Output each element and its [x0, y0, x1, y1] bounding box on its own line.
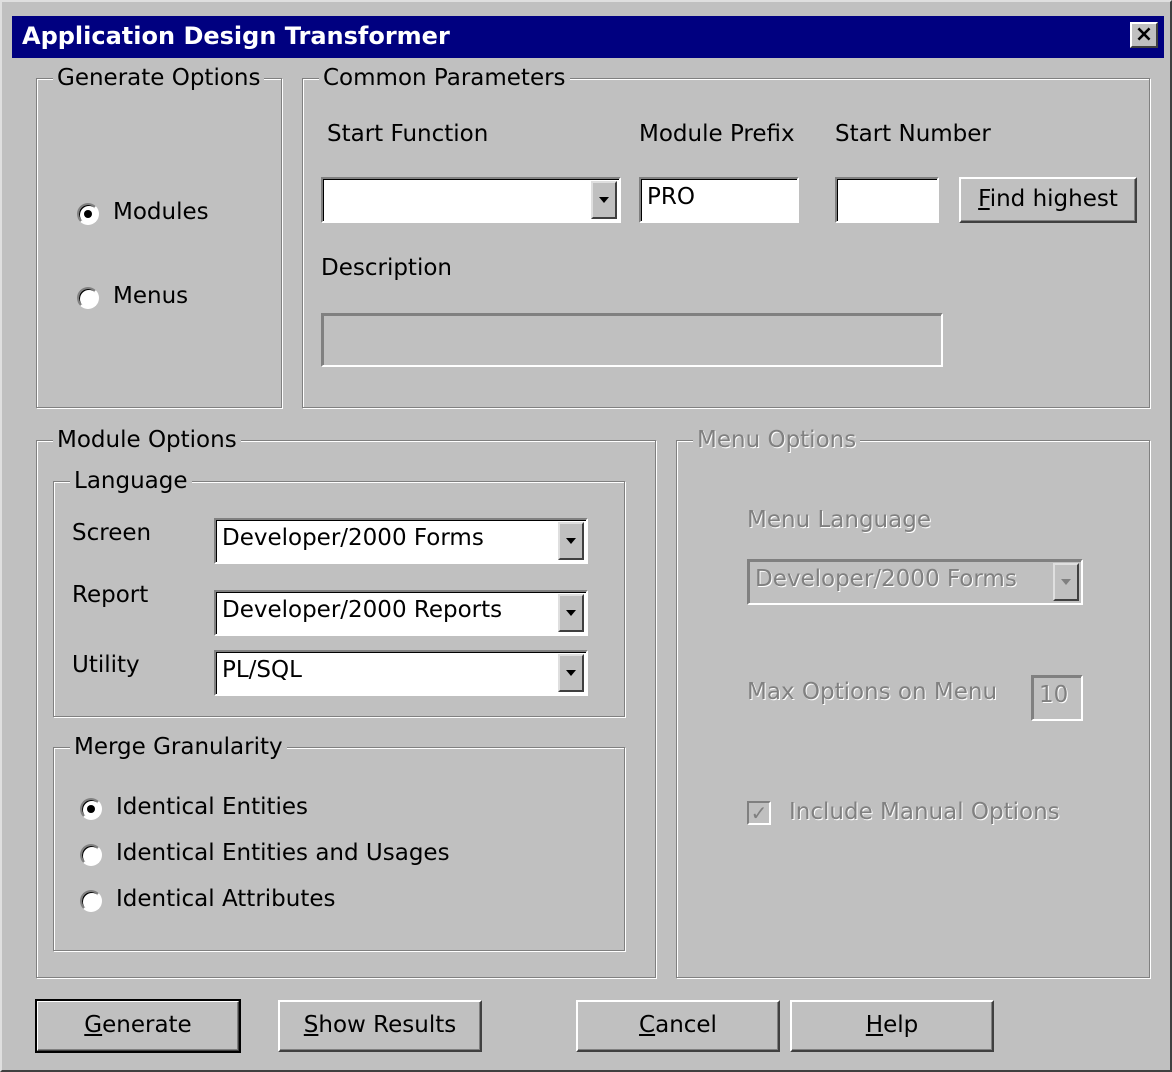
start-number-input[interactable]	[835, 177, 939, 223]
max-options-input[interactable]: 10	[1031, 675, 1083, 721]
report-language-value: Developer/2000 Reports	[222, 597, 503, 623]
help-mnemonic: H	[865, 1012, 884, 1038]
report-language-select[interactable]: Developer/2000 Reports	[214, 590, 588, 636]
generate-button[interactable]: Generate	[35, 999, 241, 1053]
screen-language-select[interactable]: Developer/2000 Forms	[214, 518, 588, 564]
menu-options-group: Menu Options Menu Language Developer/200…	[676, 427, 1150, 978]
checkmark-icon: ✓	[750, 801, 768, 825]
module-prefix-input[interactable]: PRO	[639, 177, 799, 223]
menu-language-dropdown-button[interactable]	[1053, 563, 1079, 601]
merge-granularity-legend: Merge Granularity	[70, 734, 287, 760]
start-function-select[interactable]	[321, 177, 621, 223]
help-label: elp	[883, 1012, 919, 1038]
max-options-value: 10	[1039, 682, 1069, 708]
max-options-label: Max Options on Menu	[747, 679, 998, 705]
show-results-button[interactable]: Show Results	[278, 1000, 482, 1052]
radio-menus[interactable]	[77, 287, 99, 309]
window-title: Application Design Transformer	[22, 22, 450, 50]
module-prefix-label: Module Prefix	[639, 121, 795, 147]
radio-selected-dot-icon	[84, 210, 92, 218]
module-options-group: Module Options Language Screen Developer…	[36, 427, 656, 978]
chevron-down-icon	[1061, 579, 1071, 585]
radio-identical-entities-usages[interactable]	[80, 844, 102, 866]
utility-language-value: PL/SQL	[222, 657, 302, 683]
language-legend: Language	[70, 468, 192, 494]
include-manual-checkbox[interactable]: ✓	[747, 801, 771, 825]
language-group: Language Screen Developer/2000 Forms Rep…	[53, 468, 625, 717]
screen-label: Screen	[72, 520, 152, 546]
utility-label: Utility	[72, 652, 140, 678]
radio-modules-label: Modules	[113, 199, 209, 225]
include-manual-label: Include Manual Options	[789, 799, 1060, 825]
utility-dropdown-button[interactable]	[558, 654, 584, 692]
common-parameters-legend: Common Parameters	[319, 65, 570, 91]
description-field[interactable]	[321, 313, 943, 367]
merge-granularity-group: Merge Granularity Identical Entities Ide…	[53, 734, 625, 951]
start-function-label: Start Function	[327, 121, 489, 147]
module-prefix-value: PRO	[647, 184, 695, 210]
generate-mnemonic: G	[84, 1012, 103, 1038]
radio-identical-attributes-label: Identical Attributes	[116, 886, 336, 912]
close-icon: ×	[1134, 22, 1154, 47]
common-parameters-group: Common Parameters Start Function Module …	[302, 65, 1150, 408]
radio-modules[interactable]	[77, 203, 99, 225]
close-button[interactable]: ×	[1130, 22, 1158, 48]
chevron-down-icon	[566, 610, 576, 616]
menu-options-legend: Menu Options	[693, 427, 861, 453]
radio-identical-entities-usages-label: Identical Entities and Usages	[116, 840, 450, 866]
report-dropdown-button[interactable]	[558, 594, 584, 632]
cancel-mnemonic: C	[639, 1012, 656, 1038]
screen-language-value: Developer/2000 Forms	[222, 525, 484, 551]
radio-menus-label: Menus	[113, 283, 189, 309]
utility-language-select[interactable]: PL/SQL	[214, 650, 588, 696]
report-label: Report	[72, 582, 149, 608]
generate-label: enerate	[102, 1012, 192, 1038]
radio-identical-entities-label: Identical Entities	[116, 794, 309, 820]
find-highest-button[interactable]: Find highest	[959, 177, 1137, 223]
radio-identical-attributes[interactable]	[80, 890, 102, 912]
show-results-label: how Results	[318, 1012, 457, 1038]
description-label: Description	[321, 255, 452, 281]
chevron-down-icon	[566, 670, 576, 676]
menu-language-label: Menu Language	[747, 507, 931, 533]
screen-dropdown-button[interactable]	[558, 522, 584, 560]
help-button[interactable]: Help	[790, 1000, 994, 1052]
cancel-button[interactable]: Cancel	[576, 1000, 780, 1052]
find-highest-label: ind highest	[989, 186, 1118, 212]
radio-identical-entities[interactable]	[80, 798, 102, 820]
start-function-dropdown-button[interactable]	[591, 181, 617, 219]
title-bar: Application Design Transformer ×	[12, 16, 1164, 58]
radio-selected-dot-icon	[87, 805, 95, 813]
menu-language-select[interactable]: Developer/2000 Forms	[747, 559, 1083, 605]
show-results-mnemonic: S	[303, 1012, 319, 1038]
find-highest-mnemonic: F	[978, 186, 990, 212]
chevron-down-icon	[599, 197, 609, 203]
menu-language-value: Developer/2000 Forms	[755, 566, 1017, 592]
dialog-window: Application Design Transformer × Generat…	[0, 0, 1172, 1072]
module-options-legend: Module Options	[53, 427, 241, 453]
generate-options-legend: Generate Options	[53, 65, 265, 91]
cancel-label: ancel	[655, 1012, 717, 1038]
generate-options-group: Generate Options Modules Menus	[36, 65, 282, 408]
start-number-label: Start Number	[835, 121, 991, 147]
chevron-down-icon	[566, 538, 576, 544]
